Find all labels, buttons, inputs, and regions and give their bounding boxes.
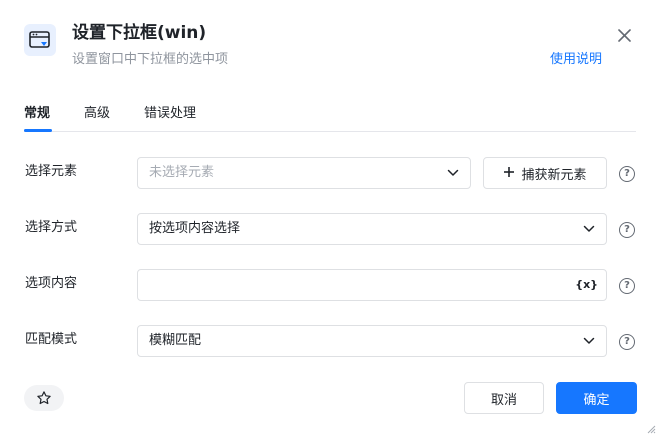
match-mode-value: 模糊匹配	[149, 333, 202, 348]
help-icon[interactable]: ?	[619, 222, 635, 238]
plus-icon	[503, 165, 515, 181]
chevron-down-icon	[583, 337, 595, 344]
favorite-button[interactable]	[24, 385, 64, 411]
chevron-down-icon	[583, 225, 595, 232]
help-icon[interactable]: ?	[619, 334, 635, 350]
chevron-down-icon	[447, 169, 459, 176]
element-label: 选择元素	[25, 164, 78, 179]
method-select[interactable]: 按选项内容选择	[137, 213, 607, 245]
method-value: 按选项内容选择	[149, 221, 241, 236]
tab-bar: 常规 高级 错误处理	[24, 104, 636, 132]
dialog-title: 设置下拉框(win)	[72, 23, 207, 43]
active-tab-indicator	[24, 129, 52, 132]
usage-help-link[interactable]: 使用说明	[550, 51, 602, 69]
set-dropdown-dialog: 设置下拉框(win) 设置窗口中下拉框的选中项 使用说明 常规 高级 错误处理 …	[0, 0, 660, 438]
dialog-subtitle: 设置窗口中下拉框的选中项	[72, 52, 229, 67]
capture-new-element-button[interactable]: 捕获新元素	[483, 157, 607, 189]
star-icon	[37, 391, 51, 405]
option-content-label: 选项内容	[25, 276, 78, 291]
element-placeholder: 未选择元素	[149, 165, 215, 180]
dropdown-window-icon	[24, 24, 56, 56]
match-mode-label: 匹配模式	[25, 332, 78, 347]
element-select[interactable]: 未选择元素	[137, 157, 471, 189]
method-label: 选择方式	[25, 220, 78, 235]
match-mode-select[interactable]: 模糊匹配	[137, 325, 607, 357]
help-icon[interactable]: ?	[619, 166, 635, 182]
option-content-input[interactable]: {x}	[137, 269, 607, 301]
tab-error-handling[interactable]: 错误处理	[144, 104, 196, 124]
cancel-button[interactable]: 取消	[464, 382, 544, 414]
close-icon[interactable]	[616, 27, 632, 43]
resize-grip-icon[interactable]	[646, 424, 656, 434]
capture-button-label: 捕获新元素	[521, 167, 587, 183]
tab-advanced[interactable]: 高级	[84, 104, 110, 124]
tab-general[interactable]: 常规	[24, 104, 50, 124]
confirm-button[interactable]: 确定	[556, 382, 637, 414]
help-icon[interactable]: ?	[619, 278, 635, 294]
insert-variable-button[interactable]: {x}	[575, 276, 598, 294]
